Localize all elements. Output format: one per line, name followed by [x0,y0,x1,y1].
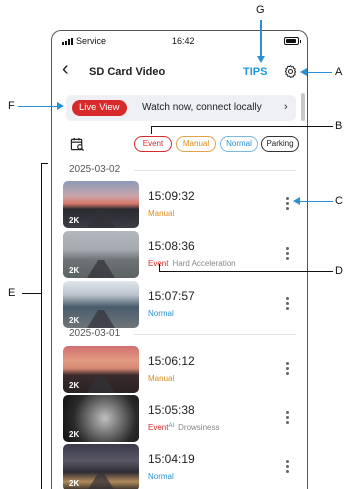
resolution-badge: 2K [69,216,80,225]
live-view-message: Watch now, connect locally [142,102,262,113]
video-thumbnail[interactable]: 2K [63,395,139,442]
annotation-arrow-f [57,102,64,110]
calendar-search-icon[interactable] [70,137,85,152]
clip-time: 15:06:12 [148,354,195,368]
annotation-label-g: G [256,4,265,16]
annotation-line-c [299,200,333,202]
annotation-label-d: D [335,265,343,277]
annotation-line-f [18,105,58,107]
screen: Service 16:42 ‹ SD Card Video TIPS Live … [0,0,358,489]
resolution-badge: 2K [69,266,80,275]
status-time: 16:42 [172,36,195,46]
more-options-icon[interactable] [286,297,290,310]
carrier-label: Service [76,36,107,46]
resolution-badge: 2K [69,430,80,439]
event-description: Hard Acceleration [172,259,236,268]
video-thumbnail[interactable]: 2K [63,281,139,328]
video-thumbnail[interactable]: 2K [63,346,139,393]
annotation-line-a [306,71,332,73]
annotation-label-f: F [8,100,15,112]
list-item[interactable]: 2K 15:07:57 Normal [52,281,307,331]
clip-time: 15:08:36 [148,239,195,253]
event-description: Drowsiness [178,423,220,432]
annotation-label-e: E [8,287,16,299]
header: ‹ SD Card Video TIPS [52,53,307,91]
signal-icon [62,38,74,45]
live-view-pill[interactable]: Live View [72,100,127,116]
page-title: SD Card Video [89,66,166,78]
status-bar: Service 16:42 [52,31,307,53]
tips-button[interactable]: TIPS [243,66,267,78]
resolution-badge: 2K [69,316,80,325]
resolution-badge: 2K [69,381,80,390]
clip-type: Normal [148,309,174,318]
annotation-bracket-e [41,163,42,489]
video-thumbnail[interactable]: 2K [63,444,139,489]
clip-type: EventHard Acceleration [148,259,236,268]
clip-type: Manual [148,209,175,218]
list-item[interactable]: 2K 15:09:32 Manual [52,181,307,231]
annotation-label-c: C [335,195,343,207]
scrollbar[interactable] [301,93,305,121]
clip-type: Manual [148,374,175,383]
clip-time: 15:04:19 [148,452,195,466]
annotation-line-g [260,20,262,57]
annotation-arrow-g [257,56,265,63]
more-options-icon[interactable] [286,362,290,375]
video-thumbnail[interactable]: 2K [63,181,139,228]
chevron-right-icon: › [284,101,288,113]
phone-frame: Service 16:42 ‹ SD Card Video TIPS Live … [51,30,308,489]
clip-time: 15:05:38 [148,403,195,417]
video-thumbnail[interactable]: 2K [63,231,139,278]
filter-manual-chip[interactable]: Manual [176,136,216,152]
annotation-bracket-top-e [41,163,48,164]
clip-time: 15:09:32 [148,189,195,203]
battery-icon [284,37,301,45]
list-item[interactable]: 2K 15:04:19 Normal [52,444,307,489]
date-header: 2025-03-02 [69,164,121,175]
clip-time: 15:07:57 [148,289,195,303]
more-options-icon[interactable] [286,247,290,260]
live-view-banner[interactable]: Live View Watch now, connect locally › [66,95,296,121]
more-options-icon[interactable] [286,460,290,473]
list-item[interactable]: 2K 15:08:36 EventHard Acceleration [52,231,307,281]
clip-type: EventAI Drowsiness [148,423,220,432]
more-options-icon[interactable] [286,411,290,424]
ai-badge: AI [168,423,175,429]
date-header: 2025-03-01 [69,328,121,339]
clip-type: Normal [148,472,174,481]
more-options-icon[interactable] [286,197,290,210]
filter-event-chip[interactable]: Event [134,136,172,152]
annotation-line-d [159,271,333,272]
gear-icon[interactable] [283,64,298,79]
annotation-label-a: A [335,66,343,78]
filter-parking-chip[interactable]: Parking [261,136,299,152]
filter-normal-chip[interactable]: Normal [220,136,258,152]
list-item[interactable]: 2K 15:05:38 EventAI Drowsiness [52,395,307,445]
annotation-line-e [22,293,41,294]
annotation-line-b [151,126,333,127]
divider [134,170,296,171]
back-chevron-icon[interactable]: ‹ [62,59,69,79]
annotation-tick-b [151,126,152,134]
resolution-badge: 2K [69,479,80,488]
annotation-label-b: B [335,120,343,132]
divider [134,334,296,335]
list-item[interactable]: 2K 15:06:12 Manual [52,346,307,396]
